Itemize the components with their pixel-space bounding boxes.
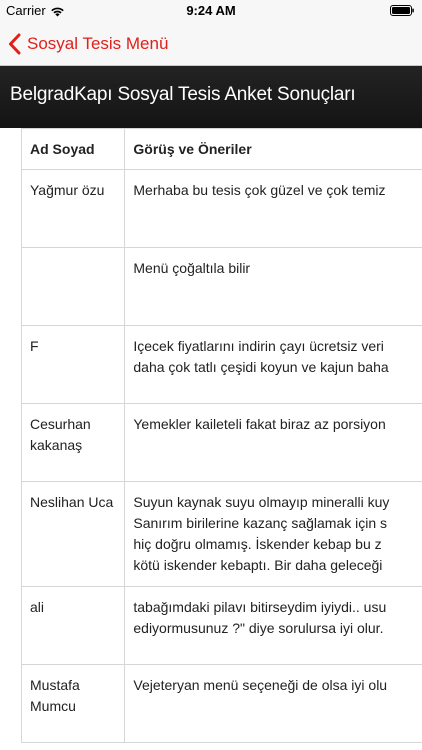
row-name-cell: Neslihan Uca (20, 481, 126, 587)
row-name-cell: ali (20, 586, 126, 665)
comment-line: Sanırım birilerine kazanç sağlamak için … (133, 515, 388, 531)
column-header-comment: Görüş ve Öneriler (124, 128, 422, 170)
row-comment-cell: Vejeteryan menü seçeneği de olsa iyi olu (124, 664, 422, 743)
comment-line: Içecek fiyatlarını indirin çayı ücretsiz… (133, 338, 384, 354)
comment-line: hiç doğru olmamış. İskender kebap bu z (133, 536, 382, 552)
comment-line: tabağımdaki pilavı bitirseydim iyiydi.. … (133, 599, 387, 615)
chevron-left-icon (9, 33, 21, 55)
row-comment-cell: tabağımdaki pilavı bitirseydim iyiydi.. … (124, 586, 422, 665)
survey-results-scroll-view[interactable]: Ad Soyad Görüş ve Öneriler Yağmur özu Me… (0, 128, 422, 750)
battery-icon (390, 5, 414, 16)
table-row: Neslihan Uca Suyun kaynak suyu olmayıp m… (20, 481, 422, 587)
status-bar: Carrier 9:24 AM (0, 0, 422, 22)
row-name-cell: Yağmur özu (20, 169, 126, 248)
comment-line: Merhaba bu tesis çok güzel ve çok temiz (133, 182, 386, 198)
row-comment-cell: Içecek fiyatlarını indirin çayı ücretsiz… (124, 325, 422, 404)
comment-line: ediyormusunuz ?" diye sorulursa iyi olur… (133, 620, 384, 636)
row-comment-cell: Menü çoğaltıla bilir (124, 247, 422, 326)
table-row: F Içecek fiyatlarını indirin çayı ücrets… (20, 325, 422, 404)
status-time: 9:24 AM (186, 3, 236, 18)
table-row: Yağmur özu Merhaba bu tesis çok güzel ve… (20, 169, 422, 248)
comment-line: Yemekler kaileteli fakat biraz az porsiy… (133, 416, 386, 432)
back-button-label: Sosyal Tesis Menü (27, 34, 169, 53)
row-comment-cell: Yemekler kaileteli fakat biraz az porsiy… (124, 403, 422, 482)
navigation-bar: Sosyal Tesis Menü (0, 22, 422, 66)
table-row: Cesurhan kakanaş Yemekler kaileteli faka… (20, 403, 422, 482)
comment-line: Suyun kaynak suyu olmayıp mineralli kuy (133, 494, 390, 510)
survey-results-table: Ad Soyad Görüş ve Öneriler Yağmur özu Me… (20, 128, 422, 743)
row-name-cell: Mustafa Mumcu (20, 664, 126, 743)
row-comment-cell: Suyun kaynak suyu olmayıp mineralli kuy … (124, 481, 422, 587)
row-name-cell: F (20, 325, 126, 404)
table-header-row: Ad Soyad Görüş ve Öneriler (20, 128, 422, 170)
row-name-cell: Cesurhan kakanaş (20, 403, 126, 482)
row-name-cell (20, 247, 126, 326)
comment-line: Vejeteryan menü seçeneği de olsa iyi olu (133, 677, 388, 693)
comment-line: kötü iskender kebaptı. Bir daha geleceği (133, 557, 383, 573)
back-button[interactable]: Sosyal Tesis Menü (8, 30, 168, 58)
table-row: Menü çoğaltıla bilir (20, 247, 422, 326)
table-row: ali tabağımdaki pilavı bitirseydim iyiyd… (20, 586, 422, 665)
table-row: Mustafa Mumcu Vejeteryan menü seçeneği d… (20, 664, 422, 743)
column-header-name: Ad Soyad (20, 128, 126, 170)
comment-line: daha çok tatlı çeşidi koyun ve kajun bah… (133, 359, 389, 375)
comment-line: Menü çoğaltıla bilir (133, 260, 251, 276)
page-header: BelgradKapı Sosyal Tesis Anket Sonuçları (0, 66, 422, 128)
page-title: BelgradKapı Sosyal Tesis Anket Sonuçları (10, 84, 356, 105)
row-comment-cell: Merhaba bu tesis çok güzel ve çok temiz (124, 169, 422, 248)
app-screen: Carrier 9:24 AM Sosyal Tesis Menü Belgra… (0, 0, 422, 750)
